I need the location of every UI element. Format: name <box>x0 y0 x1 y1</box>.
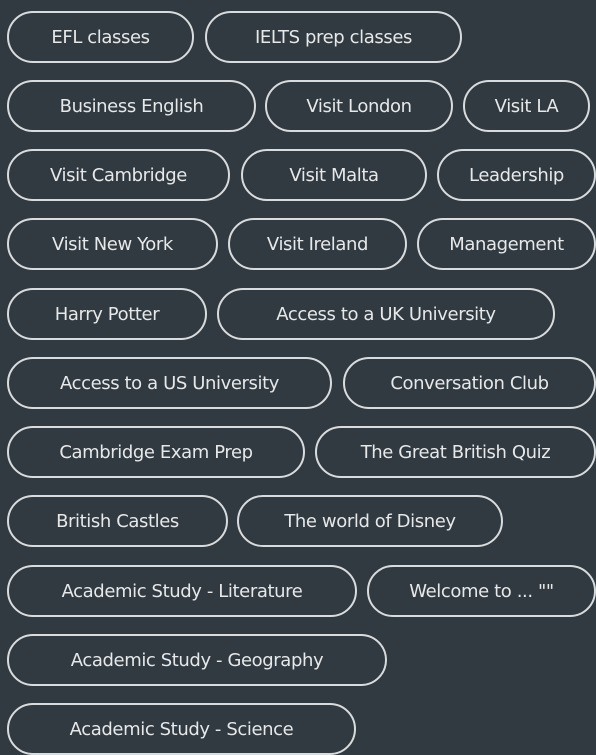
tag-label: The Great British Quiz <box>360 441 551 463</box>
tag-visit-new-york[interactable]: Visit New York <box>7 218 218 270</box>
tag-label: Access to a UK University <box>276 303 496 325</box>
tag-leadership[interactable]: Leadership <box>437 149 596 201</box>
tag-label: EFL classes <box>51 26 150 48</box>
tag-management[interactable]: Management <box>417 218 596 270</box>
tag-great-british-quiz[interactable]: The Great British Quiz <box>315 426 596 478</box>
tag-business-english[interactable]: Business English <box>7 80 256 132</box>
tag-label: Conversation Club <box>390 372 549 394</box>
tag-label: Leadership <box>469 164 564 186</box>
tag-visit-london[interactable]: Visit London <box>265 80 453 132</box>
tag-label: Cambridge Exam Prep <box>59 441 253 463</box>
tag-visit-cambridge[interactable]: Visit Cambridge <box>7 149 230 201</box>
tag-label: Academic Study - Science <box>69 718 294 740</box>
tag-label: The world of Disney <box>284 510 456 532</box>
tag-label: Visit Ireland <box>266 233 369 255</box>
tag-cambridge-exam-prep[interactable]: Cambridge Exam Prep <box>7 426 305 478</box>
tag-label: Business English <box>59 95 204 117</box>
tag-label: Harry Potter <box>54 303 160 325</box>
tag-label: Visit New York <box>52 233 173 255</box>
tag-label: Academic Study - Geography <box>70 649 324 671</box>
tag-world-of-disney[interactable]: The world of Disney <box>237 495 503 547</box>
tag-academic-study-science[interactable]: Academic Study - Science <box>7 703 356 755</box>
tag-label: Visit Malta <box>289 164 379 186</box>
tag-label: Access to a US University <box>59 372 279 394</box>
tag-academic-study-literature[interactable]: Academic Study - Literature <box>7 565 357 617</box>
tag-label: Management <box>449 233 564 255</box>
tag-visit-malta[interactable]: Visit Malta <box>241 149 427 201</box>
tag-conversation-club[interactable]: Conversation Club <box>343 357 596 409</box>
tag-harry-potter[interactable]: Harry Potter <box>7 288 207 340</box>
tag-academic-study-geography[interactable]: Academic Study - Geography <box>7 634 387 686</box>
tag-label: Visit London <box>306 95 412 117</box>
tag-ielts-prep-classes[interactable]: IELTS prep classes <box>205 11 462 63</box>
tag-visit-la[interactable]: Visit LA <box>463 80 590 132</box>
tag-efl-classes[interactable]: EFL classes <box>7 11 194 63</box>
tag-label: Academic Study - Literature <box>61 580 303 602</box>
tag-welcome-to[interactable]: Welcome to ... "" <box>367 565 596 617</box>
tag-label: Visit LA <box>494 95 559 117</box>
tag-label: Visit Cambridge <box>50 164 187 186</box>
tag-access-uk-university[interactable]: Access to a UK University <box>217 288 555 340</box>
tag-visit-ireland[interactable]: Visit Ireland <box>228 218 407 270</box>
tag-british-castles[interactable]: British Castles <box>7 495 228 547</box>
tag-label: British Castles <box>56 510 179 532</box>
tag-access-us-university[interactable]: Access to a US University <box>7 357 332 409</box>
tag-label: IELTS prep classes <box>255 26 412 48</box>
tag-label: Welcome to ... "" <box>409 580 554 602</box>
